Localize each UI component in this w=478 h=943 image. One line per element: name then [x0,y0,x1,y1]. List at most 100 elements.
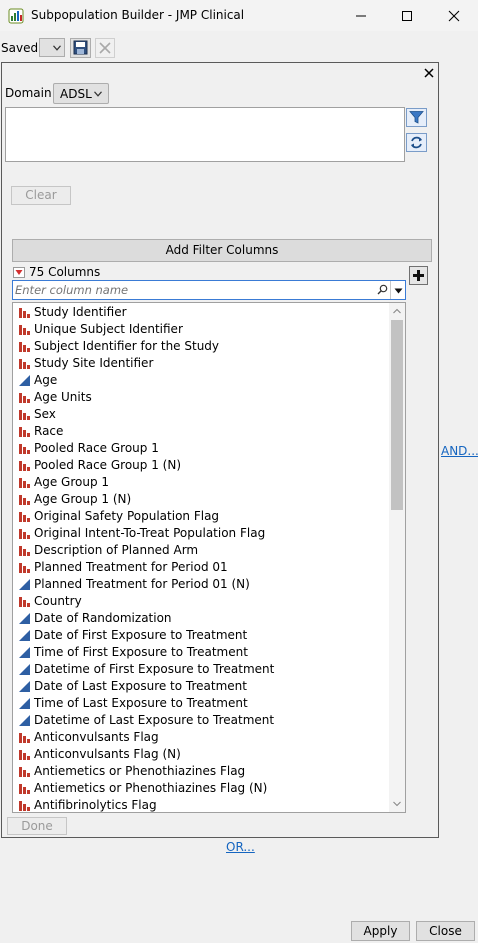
maximize-button[interactable] [384,0,430,31]
close-icon [424,68,434,78]
column-list-item[interactable]: Subject Identifier for the Study [13,338,387,355]
column-list-item[interactable]: Sex [13,406,387,423]
column-list-item[interactable]: Study Site Identifier [13,355,387,372]
column-list-item[interactable]: Age Group 1 (N) [13,491,387,508]
window-title: Subpopulation Builder - JMP Clinical [31,8,245,22]
delete-saved-button[interactable] [95,38,115,58]
column-list-scrollbar[interactable] [389,303,405,812]
nominal-bar-icon [19,767,30,777]
column-list-item[interactable]: Age Units [13,389,387,406]
floppy-disk-icon [73,40,88,55]
nominal-bar-icon [19,308,30,318]
column-list-item-label: Datetime of Last Exposure to Treatment [34,713,275,727]
column-list-item[interactable]: Original Safety Population Flag [13,508,387,525]
column-list-item[interactable]: Date of First Exposure to Treatment [13,627,387,644]
save-button[interactable] [70,38,91,58]
column-list-item[interactable]: Anticonvulsants Flag (N) [13,746,387,763]
apply-button[interactable]: Apply [351,921,410,941]
continuous-triangle-icon [19,664,30,675]
column-list-item-label: Date of First Exposure to Treatment [34,628,248,642]
column-list-item[interactable]: Antiemetics or Phenothiazines Flag (N) [13,780,387,797]
nominal-bar-icon [19,563,30,573]
column-list-item-label: Subject Identifier for the Study [34,339,220,353]
column-list-item[interactable]: Date of Last Exposure to Treatment [13,678,387,695]
add-filter-columns-button[interactable]: Add Filter Columns [12,239,432,262]
column-list-item[interactable]: Study Identifier [13,304,387,321]
nominal-bar-icon [19,750,30,760]
refresh-button[interactable] [406,133,427,152]
nominal-bar-icon [19,529,30,539]
column-list-item[interactable]: Datetime of First Exposure to Treatment [13,661,387,678]
column-list-item-label: Pooled Race Group 1 (N) [34,458,181,472]
or-link[interactable]: OR... [226,840,255,854]
column-list-item[interactable]: Time of First Exposure to Treatment [13,644,387,661]
disclosure-toggle[interactable] [13,267,25,278]
column-list-item-label: Date of Randomization [34,611,172,625]
column-list[interactable]: Antifibrinolytics Flag Antiemetics or Phe… [12,302,406,813]
scroll-up-arrow-icon[interactable] [389,304,405,318]
column-search-input[interactable] [15,282,370,298]
column-list-item[interactable]: Original Intent-To-Treat Population Flag [13,525,387,542]
column-list-item[interactable]: Time of Last Exposure to Treatment [13,695,387,712]
continuous-triangle-icon [19,698,30,709]
column-list-item[interactable]: Anticonvulsants Flag [13,729,387,746]
column-list-item[interactable]: Age [13,372,387,389]
column-list-item-label: Study Identifier [34,305,127,319]
x-icon [99,42,111,54]
and-link[interactable]: AND... [441,444,478,458]
scroll-down-arrow-icon[interactable] [389,797,405,811]
window-close-button[interactable] [431,0,477,31]
column-list-item-label: Antiemetics or Phenothiazines Flag (N) [34,781,268,795]
nominal-bar-icon [19,427,30,437]
continuous-triangle-icon [19,681,30,692]
column-list-item[interactable]: Planned Treatment for Period 01 [13,559,387,576]
column-list-item-label: Age [34,373,58,387]
column-list-item[interactable]: Datetime of Last Exposure to Treatment [13,712,387,729]
column-list-item-label: Original Safety Population Flag [34,509,220,523]
column-list-item[interactable]: Age Group 1 [13,474,387,491]
column-list-item-label: Planned Treatment for Period 01 [34,560,228,574]
column-list-item[interactable]: Antiemetics or Phenothiazines Flag [13,763,387,780]
column-list-item-label: Original Intent-To-Treat Population Flag [34,526,266,540]
nominal-bar-icon [19,546,30,556]
column-list-item[interactable]: Planned Treatment for Period 01 (N) [13,576,387,593]
column-list-item[interactable]: Race [13,423,387,440]
column-list-item[interactable]: Pooled Race Group 1 (N) [13,457,387,474]
column-list-item[interactable]: Antifibrinolytics Flag [13,797,387,812]
close-button[interactable]: Close [416,921,475,941]
column-list-item-label: Age Units [34,390,92,404]
nominal-bar-icon [19,393,30,403]
column-list-item-label: Sex [34,407,56,421]
scrollbar-thumb[interactable] [391,320,403,510]
column-list-item-label: Pooled Race Group 1 [34,441,159,455]
column-list-item-label: Time of First Exposure to Treatment [34,645,248,659]
done-button[interactable]: Done [7,817,67,835]
chevron-down-icon [94,91,102,97]
title-bar: Subpopulation Builder - JMP Clinical [0,0,478,31]
search-options-dropdown[interactable] [390,281,406,299]
column-search-box[interactable] [12,280,406,300]
panel-close-button[interactable] [422,66,436,80]
domain-select-value: ADSL [60,87,92,101]
column-list-item[interactable]: Pooled Race Group 1 [13,440,387,457]
column-list-item[interactable]: Description of Planned Arm [13,542,387,559]
column-list-item-label: Anticonvulsants Flag [34,730,159,744]
close-icon [448,10,460,21]
domain-select[interactable]: ADSL [53,83,109,104]
continuous-triangle-icon [19,630,30,641]
minimize-icon [356,15,366,16]
column-list-item-label: Antiemetics or Phenothiazines Flag [34,764,246,778]
continuous-triangle-icon [19,375,30,386]
saved-toolbar: Saved: [0,38,478,60]
minimize-button[interactable] [338,0,384,31]
column-list-item[interactable]: Unique Subject Identifier [13,321,387,338]
column-list-item[interactable]: Country [13,593,387,610]
saved-dropdown[interactable] [39,38,65,57]
nominal-bar-icon [19,461,30,471]
column-list-item-label: Datetime of First Exposure to Treatment [34,662,275,676]
filter-expression-box[interactable] [5,107,405,162]
add-column-button[interactable] [409,266,428,285]
filter-button[interactable] [406,108,427,127]
column-list-item[interactable]: Date of Randomization [13,610,387,627]
clear-button[interactable]: Clear [11,186,71,205]
